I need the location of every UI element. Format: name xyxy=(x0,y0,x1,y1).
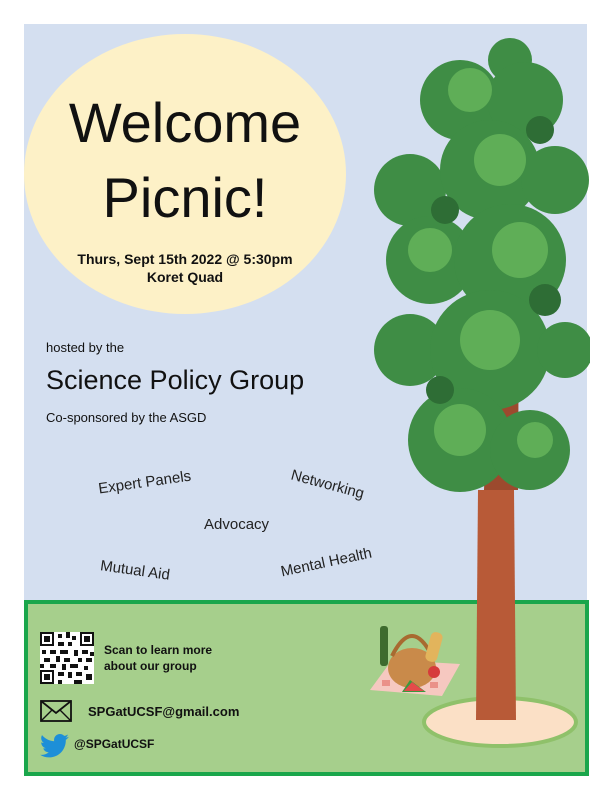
headline-line-2: Picnic! xyxy=(102,166,268,229)
twitter-handle-link[interactable]: @SPGatUCSF xyxy=(74,737,154,751)
scan-caption-line-1: Scan to learn more xyxy=(104,643,213,657)
envelope-icon xyxy=(40,700,72,722)
scan-caption-line-2: about our group xyxy=(104,659,197,673)
headline-line-1: Welcome xyxy=(68,91,302,154)
event-details: Thurs, Sept 15th 2022 @ 5:30pm Koret Qua… xyxy=(24,250,346,286)
email-link[interactable]: SPGatUCSF@gmail.com xyxy=(88,704,239,719)
qr-code-icon[interactable] xyxy=(40,632,94,684)
scan-qr-caption: Scan to learn more about our group xyxy=(104,642,212,674)
twitter-bird-icon xyxy=(40,734,69,758)
event-location: Koret Quad xyxy=(146,269,224,285)
hosted-by-text: hosted by the xyxy=(46,340,125,355)
cosponsor-text: Co-sponsored by the ASGD xyxy=(46,410,207,425)
topic-advocacy: Advocacy xyxy=(204,516,270,533)
host-group-name: Science Policy Group xyxy=(46,365,305,395)
event-date-time: Thurs, Sept 15th 2022 @ 5:30pm xyxy=(77,251,293,267)
picnic-basket-illustration xyxy=(370,626,460,696)
